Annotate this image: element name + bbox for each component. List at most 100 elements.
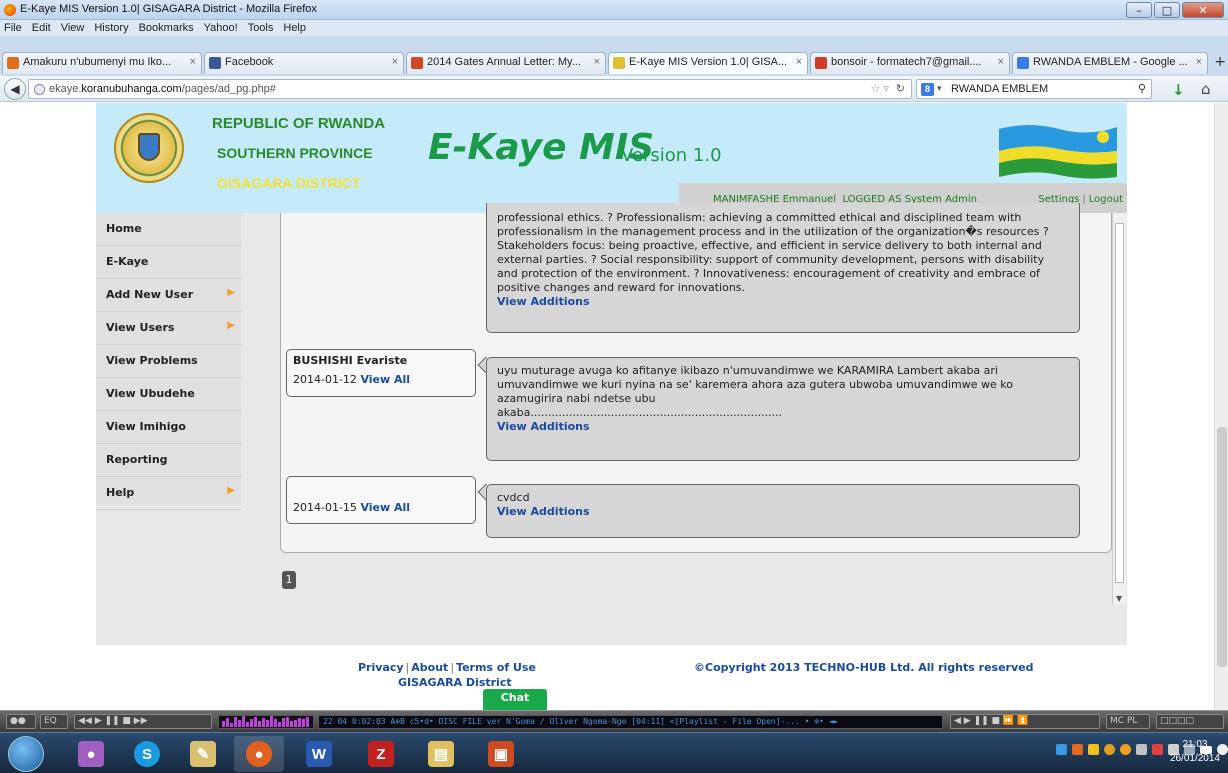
visualizer-bar bbox=[254, 717, 257, 727]
browser-tab[interactable]: RWANDA EMBLEM - Google ... × bbox=[1012, 52, 1208, 74]
view-all-link[interactable]: View All bbox=[360, 373, 410, 386]
chevron-down-icon[interactable]: ▾ bbox=[937, 83, 942, 94]
system-clock[interactable]: 21:03 26/01/2014 bbox=[1170, 738, 1220, 766]
terms-link[interactable]: Terms of Use bbox=[456, 661, 536, 674]
sidebar-item-label: E-Kaye bbox=[106, 255, 149, 268]
taskbar-app-paint[interactable]: ✎ bbox=[178, 736, 228, 772]
menu-help[interactable]: Help bbox=[283, 22, 306, 34]
sidebar-item-view-problems[interactable]: View Problems bbox=[96, 345, 241, 378]
view-additions-link[interactable]: View Additions bbox=[497, 505, 1069, 519]
close-window-button[interactable]: ✕ bbox=[1182, 2, 1224, 18]
menu-tools[interactable]: Tools bbox=[248, 22, 274, 34]
tab-favicon-icon bbox=[1017, 57, 1029, 69]
url-bar[interactable]: ekaye.koranubuhanga.com/pages/ad_pg.php#… bbox=[28, 79, 912, 99]
tray-app-icon[interactable] bbox=[1136, 744, 1147, 755]
media-playlist-button[interactable]: MC PL bbox=[1106, 714, 1150, 729]
visualizer-bar bbox=[290, 721, 293, 727]
reload-icon[interactable]: ↻ bbox=[896, 82, 905, 95]
menu-file[interactable]: File bbox=[4, 22, 22, 34]
tab-close-icon[interactable]: × bbox=[190, 56, 196, 68]
sidebar-item-view-users[interactable]: View Users ▶ bbox=[96, 312, 241, 345]
browser-tab[interactable]: 2014 Gates Annual Letter: My... × bbox=[406, 52, 606, 74]
tray-app-icon[interactable] bbox=[1088, 744, 1099, 755]
media-controls[interactable]: ◀◀ ▶ ❚❚ ■ ▶▶ bbox=[74, 714, 212, 729]
tray-app-icon[interactable] bbox=[1104, 744, 1115, 755]
tab-label: RWANDA EMBLEM - Google ... bbox=[1033, 56, 1188, 68]
menu-yahoo[interactable]: Yahoo! bbox=[204, 22, 238, 34]
tab-close-icon[interactable]: × bbox=[392, 56, 398, 68]
media-transport-buttons[interactable]: ◀ ▶ ❚❚ ■ ⏩ ⏫ bbox=[950, 714, 1100, 729]
taskbar-app-presentation[interactable]: ▣ bbox=[476, 736, 526, 772]
tab-close-icon[interactable]: × bbox=[998, 56, 1004, 68]
folder-icon: ▤ bbox=[428, 741, 454, 767]
taskbar-app-firefox[interactable]: ● bbox=[234, 736, 284, 772]
browser-tab[interactable]: bonsoir - formatech7@gmail.... × bbox=[810, 52, 1010, 74]
track-info: 22 04 0:02:03 A⊕B c5•d• DISC FILE ver N'… bbox=[318, 715, 943, 729]
window-controls: – □ ✕ bbox=[1126, 2, 1224, 18]
tray-app-icon[interactable] bbox=[1152, 744, 1163, 755]
view-all-link[interactable]: View All bbox=[360, 501, 410, 514]
tab-close-icon[interactable]: × bbox=[1196, 56, 1202, 68]
home-icon[interactable]: ⌂ bbox=[1201, 80, 1211, 98]
menu-history[interactable]: History bbox=[94, 22, 128, 34]
bookmark-star-icon[interactable]: ☆ ▿ bbox=[871, 82, 889, 95]
chat-button[interactable]: Chat bbox=[483, 689, 547, 710]
view-additions-link[interactable]: View Additions bbox=[497, 295, 1069, 309]
scroll-down-icon[interactable]: ▼ bbox=[1116, 594, 1122, 603]
logout-link[interactable]: Logout bbox=[1089, 194, 1123, 205]
download-icon[interactable]: ↓ bbox=[1172, 81, 1185, 99]
sidebar-item-label: View Imihigo bbox=[106, 420, 186, 433]
tab-close-icon[interactable]: × bbox=[594, 56, 600, 68]
about-link[interactable]: About bbox=[411, 661, 448, 674]
media-window-buttons[interactable]: □□□□ bbox=[1156, 714, 1224, 729]
taskbar-app-filezilla[interactable]: Z bbox=[356, 736, 406, 772]
page-scrollbar-thumb[interactable] bbox=[1217, 427, 1227, 667]
site-identity-icon[interactable] bbox=[34, 84, 45, 95]
post-author-box: 2014-01-15 View All bbox=[286, 476, 476, 524]
visualizer-bar bbox=[270, 716, 273, 727]
toolbox-icon: ● bbox=[78, 741, 104, 767]
start-button[interactable] bbox=[8, 736, 44, 772]
search-input[interactable]: RWANDA EMBLEM bbox=[951, 83, 1048, 95]
new-tab-icon[interactable]: + bbox=[1214, 54, 1226, 70]
menu-view[interactable]: View bbox=[61, 22, 85, 34]
search-engine-icon[interactable]: 8 bbox=[921, 83, 934, 96]
inner-scrollbar[interactable]: ▼ bbox=[1112, 213, 1126, 605]
privacy-link[interactable]: Privacy bbox=[358, 661, 404, 674]
tab-label: E-Kaye MIS Version 1.0| GISA... bbox=[629, 56, 788, 68]
menu-edit[interactable]: Edit bbox=[32, 22, 51, 34]
post-body: professional ethics. ? Professionalism: … bbox=[486, 203, 1080, 333]
maximize-button[interactable]: □ bbox=[1154, 2, 1180, 18]
sidebar-item-help[interactable]: Help ▶ bbox=[96, 477, 241, 510]
media-eq-button[interactable]: EQ bbox=[40, 714, 68, 729]
page-scrollbar[interactable] bbox=[1214, 103, 1228, 710]
tray-app-icon[interactable] bbox=[1072, 744, 1083, 755]
visualizer-bar bbox=[242, 716, 245, 727]
sidebar-item-view-imihigo[interactable]: View Imihigo bbox=[96, 411, 241, 444]
taskbar-app-toolbox[interactable]: ● bbox=[66, 736, 116, 772]
pagination-page[interactable]: 1 bbox=[282, 571, 296, 589]
tray-network-icon[interactable] bbox=[1056, 744, 1067, 755]
sidebar-item-reporting[interactable]: Reporting bbox=[96, 444, 241, 477]
search-icon[interactable]: ⚲ bbox=[1138, 82, 1146, 95]
sidebar-item-add-new-user[interactable]: Add New User ▶ bbox=[96, 279, 241, 312]
clock-date: 26/01/2014 bbox=[1169, 753, 1220, 764]
sidebar-item-home[interactable]: Home bbox=[96, 213, 241, 246]
browser-tab[interactable]: Facebook × bbox=[204, 52, 404, 74]
view-additions-link[interactable]: View Additions bbox=[497, 420, 1069, 434]
post-date: 2014-01-15 bbox=[293, 501, 357, 514]
menu-bookmarks[interactable]: Bookmarks bbox=[139, 22, 194, 34]
sidebar-item-e-kaye[interactable]: E-Kaye bbox=[96, 246, 241, 279]
tray-app-icon[interactable] bbox=[1120, 744, 1131, 755]
browser-tab[interactable]: Amakuru n'ubumenyi mu Iko... × bbox=[2, 52, 202, 74]
tab-close-icon[interactable]: × bbox=[796, 56, 802, 68]
browser-tab-active[interactable]: E-Kaye MIS Version 1.0| GISA... × bbox=[608, 52, 808, 74]
inner-scrollbar-thumb[interactable] bbox=[1115, 223, 1124, 583]
back-button[interactable]: ◀ bbox=[4, 78, 26, 100]
taskbar-app-word[interactable]: W bbox=[294, 736, 344, 772]
minimize-button[interactable]: – bbox=[1126, 2, 1152, 18]
search-box[interactable]: 8 ▾ RWANDA EMBLEM ⚲ bbox=[916, 79, 1152, 99]
taskbar-app-explorer[interactable]: ▤ bbox=[416, 736, 466, 772]
sidebar-item-view-ubudehe[interactable]: View Ubudehe bbox=[96, 378, 241, 411]
taskbar-app-skype[interactable]: S bbox=[122, 736, 172, 772]
